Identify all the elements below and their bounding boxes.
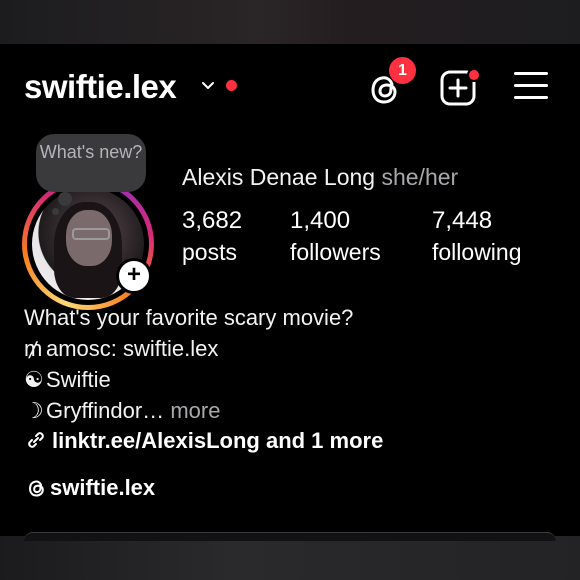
note-bubble-tail xyxy=(58,192,72,206)
threads-icon xyxy=(29,480,44,497)
arches-glyph: ₥ xyxy=(24,336,43,361)
note-bubble[interactable]: What's new? xyxy=(36,134,146,192)
profile-bio: What's your favorite scary movie? ₥ amosc… xyxy=(24,302,554,426)
stat-posts[interactable]: 3,682 posts xyxy=(182,206,242,268)
bottom-card-edge xyxy=(24,532,556,541)
bio-more-link[interactable]: more xyxy=(170,398,220,423)
moon-glyph: ☽ xyxy=(24,398,44,423)
account-switcher-username[interactable]: swiftie.lex xyxy=(24,68,177,106)
stat-following-value: 7,448 xyxy=(432,207,493,234)
stat-posts-label: posts xyxy=(182,239,237,265)
create-notification-dot xyxy=(467,68,481,82)
chevron-down-icon[interactable] xyxy=(200,78,216,94)
top-blur-area xyxy=(0,0,580,44)
pronouns-text: she/her xyxy=(381,164,459,190)
stat-followers[interactable]: 1,400 followers xyxy=(290,206,381,268)
stat-followers-value: 1,400 xyxy=(290,207,351,234)
yin-yang-glyph: ☯ xyxy=(24,367,44,392)
bio-line: ☯ Swiftie xyxy=(24,364,554,395)
threads-profile-link[interactable]: swiftie.lex xyxy=(24,475,155,501)
threads-handle[interactable]: swiftie.lex xyxy=(50,475,155,500)
bio-line: ₥ amosc: swiftie.lex xyxy=(24,333,554,364)
threads-notification-badge: 1 xyxy=(389,57,416,84)
stat-followers-label: followers xyxy=(290,239,381,265)
link-icon xyxy=(28,432,44,448)
stat-following[interactable]: 7,448 following xyxy=(432,206,522,268)
bio-line-text: amosc: swiftie.lex xyxy=(46,336,219,361)
profile-header: swiftie.lex 1 xyxy=(0,44,580,130)
bio-line-text: Gryffindor… xyxy=(46,398,165,423)
bio-links[interactable]: linktr.ee/AlexisLong and 1 more xyxy=(24,428,383,454)
full-name-text: Alexis Denae Long xyxy=(182,164,376,190)
bio-line: ☽ Gryffindor… more xyxy=(24,395,554,426)
link-text[interactable]: linktr.ee/AlexisLong and 1 more xyxy=(52,428,383,453)
note-bubble-tail-small xyxy=(52,208,59,215)
bio-line-text: What's your favorite scary movie? xyxy=(24,305,354,330)
add-story-icon[interactable]: + xyxy=(116,258,152,294)
bio-line: What's your favorite scary movie? xyxy=(24,302,554,333)
stat-posts-value: 3,682 xyxy=(182,207,243,234)
profile-full-name: Alexis Denae Long she/her xyxy=(182,164,458,191)
menu-icon[interactable] xyxy=(514,72,548,104)
stat-following-label: following xyxy=(432,239,522,265)
bio-line-text: Swiftie xyxy=(46,367,111,392)
bottom-blur-area xyxy=(0,536,580,580)
account-notification-dot xyxy=(226,80,237,91)
